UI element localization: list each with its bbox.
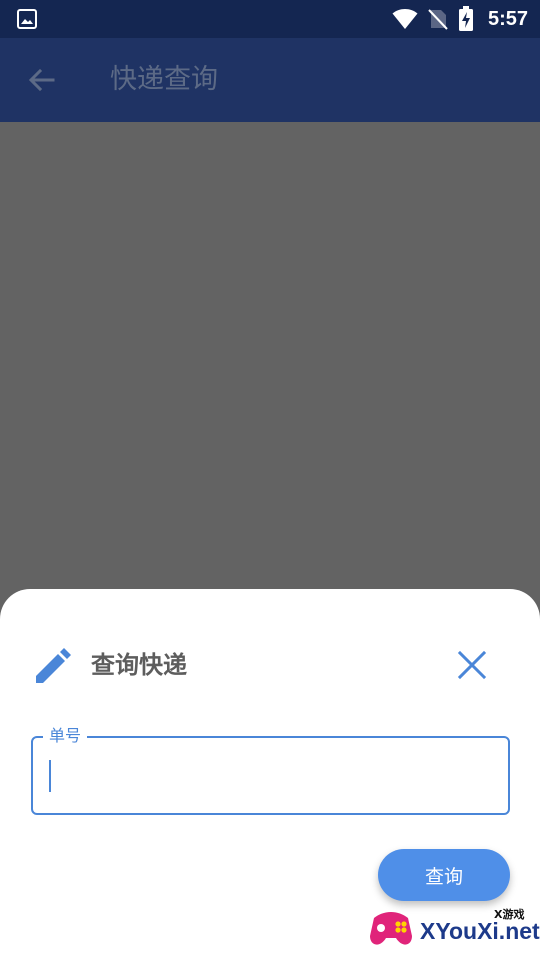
pencil-icon (36, 648, 71, 683)
status-bar: 5:57 (0, 0, 540, 38)
battery-charging-icon (458, 6, 473, 31)
wifi-icon (392, 9, 418, 29)
watermark-text: XYouXi.net (420, 918, 540, 944)
dialog-title: 查询快递 (91, 651, 187, 679)
status-icons: 5:57 (392, 0, 528, 38)
tracking-number-field[interactable]: 单号 (31, 725, 510, 815)
gallery-icon (17, 9, 37, 29)
status-time: 5:57 (487, 7, 528, 30)
text-cursor (49, 760, 51, 792)
app-bar: 快递查询 (0, 38, 540, 122)
arrow-left-icon[interactable] (26, 64, 58, 96)
page-title: 快递查询 (110, 64, 218, 95)
close-icon[interactable] (456, 649, 488, 681)
no-sim-icon (428, 9, 448, 30)
scrim[interactable] (0, 122, 540, 590)
gamepad-logo-icon (370, 912, 412, 945)
query-button[interactable]: 查询 (378, 849, 510, 901)
tracking-number-input[interactable] (47, 752, 495, 798)
watermark: X游戏 XYouXi.net (368, 900, 540, 960)
field-label: 单号 (43, 725, 88, 747)
